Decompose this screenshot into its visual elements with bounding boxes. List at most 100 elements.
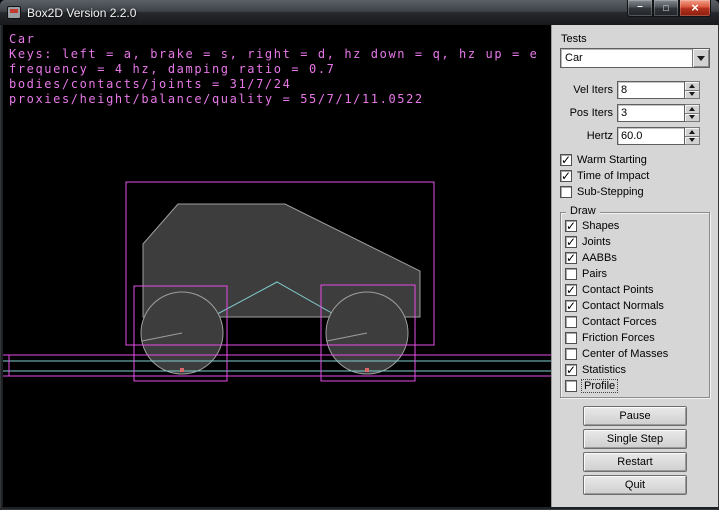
checkbox-label: Statistics: [582, 364, 626, 376]
checkbox-contact-points[interactable]: ✓ Contact Points: [565, 282, 705, 298]
pos-iters-down-button[interactable]: [685, 114, 700, 123]
checkbox-box[interactable]: [560, 186, 572, 198]
action-buttons: Pause Single Step Restart Quit: [560, 406, 710, 498]
checkbox-label: Center of Masses: [582, 348, 668, 360]
checkbox-label: Sub-Stepping: [577, 186, 644, 198]
frequency-text: frequency = 4 hz, damping ratio = 0.7: [9, 62, 538, 77]
checkbox-pairs[interactable]: Pairs: [565, 266, 705, 282]
checkbox-time-of-impact[interactable]: ✓ Time of Impact: [560, 168, 710, 184]
checkbox-contact-normals[interactable]: ✓ Contact Normals: [565, 298, 705, 314]
arrow-down-icon: [689, 115, 695, 119]
checkbox-label: Contact Normals: [582, 300, 664, 312]
chevron-down-icon: [697, 56, 705, 61]
checkbox-profile[interactable]: Profile: [565, 378, 705, 394]
vel-iters-spinner: [685, 81, 700, 99]
checkbox-statistics[interactable]: ✓ Statistics: [565, 362, 705, 378]
checkbox-label: Profile: [582, 380, 617, 392]
checkbox-label: Shapes: [582, 220, 619, 232]
vel-iters-up-button[interactable]: [685, 81, 700, 91]
checkbox-box[interactable]: ✓: [565, 300, 577, 312]
checkbox-box[interactable]: ✓: [565, 220, 577, 232]
app-window: Box2D Version 2.2.0 – □ ×: [0, 0, 719, 510]
test-select-dropdown-button[interactable]: [692, 49, 709, 67]
checkbox-warm-starting[interactable]: ✓ Warm Starting: [560, 152, 710, 168]
test-select[interactable]: Car: [560, 48, 710, 68]
vel-iters-row: Vel Iters: [560, 81, 710, 99]
hertz-label: Hertz: [560, 130, 613, 142]
contact-point-rear: [180, 368, 184, 372]
checkbox-label: Contact Forces: [582, 316, 657, 328]
maximize-icon: □: [663, 3, 668, 13]
hertz-spinner: [685, 127, 700, 145]
checkbox-box[interactable]: ✓: [560, 154, 572, 166]
checkbox-box[interactable]: [565, 332, 577, 344]
checkbox-box[interactable]: ✓: [565, 236, 577, 248]
hertz-row: Hertz: [560, 127, 710, 145]
checkbox-box[interactable]: [565, 380, 577, 392]
arrow-up-icon: [689, 84, 695, 88]
restart-button[interactable]: Restart: [583, 452, 687, 472]
checkbox-contact-forces[interactable]: Contact Forces: [565, 314, 705, 330]
titlebar[interactable]: Box2D Version 2.2.0 – □ ×: [0, 0, 719, 25]
hertz-input[interactable]: [617, 127, 685, 145]
checkbox-label: AABBs: [582, 252, 617, 264]
pause-button[interactable]: Pause: [583, 406, 687, 426]
hertz-up-button[interactable]: [685, 127, 700, 137]
window-title: Box2D Version 2.2.0: [27, 6, 627, 20]
checkbox-box[interactable]: [565, 316, 577, 328]
checkbox-friction-forces[interactable]: Friction Forces: [565, 330, 705, 346]
checkbox-joints[interactable]: ✓ Joints: [565, 234, 705, 250]
window-controls: – □ ×: [627, 0, 719, 25]
arrow-up-icon: [689, 130, 695, 134]
vel-iters-label: Vel Iters: [560, 84, 613, 96]
single-step-button[interactable]: Single Step: [583, 429, 687, 449]
arrow-down-icon: [689, 138, 695, 142]
checkbox-aabbs[interactable]: ✓ AABBs: [565, 250, 705, 266]
client-area: Car Keys: left = a, brake = s, right = d…: [3, 25, 716, 507]
checkbox-box[interactable]: [565, 268, 577, 280]
solver-toggles: ✓ Warm Starting ✓ Time of Impact Sub-Ste…: [560, 152, 710, 200]
iteration-spinners: Vel Iters Pos Iters Hertz: [560, 81, 710, 145]
draw-group: Draw ✓ Shapes ✓ Joints ✓ AABBs Pairs: [560, 212, 710, 398]
checkbox-label: Friction Forces: [582, 332, 655, 344]
pos-iters-label: Pos Iters: [560, 107, 613, 119]
checkbox-label: Warm Starting: [577, 154, 647, 166]
checkbox-box[interactable]: ✓: [565, 252, 577, 264]
vel-iters-input[interactable]: [617, 81, 685, 99]
counts-text: bodies/contacts/joints = 31/7/24: [9, 77, 538, 92]
minimize-button[interactable]: –: [627, 0, 653, 17]
checkbox-box[interactable]: ✓: [560, 170, 572, 182]
checkbox-shapes[interactable]: ✓ Shapes: [565, 218, 705, 234]
test-name-text: Car: [9, 32, 538, 47]
checkbox-label: Joints: [582, 236, 611, 248]
minimize-icon: –: [637, 1, 643, 12]
close-icon: ×: [691, 0, 699, 15]
pos-iters-row: Pos Iters: [560, 104, 710, 122]
app-icon: [7, 6, 21, 19]
draw-group-label: Draw: [566, 205, 600, 217]
checkbox-center-of-masses[interactable]: Center of Masses: [565, 346, 705, 362]
quality-text: proxies/height/balance/quality = 55/7/1/…: [9, 92, 538, 107]
tests-label: Tests: [561, 33, 710, 45]
pos-iters-spinner: [685, 104, 700, 122]
close-button[interactable]: ×: [679, 0, 711, 17]
hertz-down-button[interactable]: [685, 137, 700, 146]
quit-button[interactable]: Quit: [583, 475, 687, 495]
checkbox-label: Contact Points: [582, 284, 654, 296]
keys-help-text: Keys: left = a, brake = s, right = d, hz…: [9, 47, 538, 62]
checkbox-box[interactable]: ✓: [565, 284, 577, 296]
arrow-up-icon: [689, 107, 695, 111]
app-icon-detail: [10, 9, 18, 13]
simulation-canvas[interactable]: Car Keys: left = a, brake = s, right = d…: [3, 25, 551, 507]
arrow-down-icon: [689, 92, 695, 96]
checkbox-box[interactable]: [565, 348, 577, 360]
control-panel: Tests Car Vel Iters Pos Iters: [551, 25, 718, 507]
maximize-button[interactable]: □: [653, 0, 679, 17]
checkbox-label: Time of Impact: [577, 170, 649, 182]
checkbox-sub-stepping[interactable]: Sub-Stepping: [560, 184, 710, 200]
checkbox-box[interactable]: ✓: [565, 364, 577, 376]
vel-iters-down-button[interactable]: [685, 91, 700, 100]
pos-iters-input[interactable]: [617, 104, 685, 122]
checkbox-label: Pairs: [582, 268, 607, 280]
pos-iters-up-button[interactable]: [685, 104, 700, 114]
